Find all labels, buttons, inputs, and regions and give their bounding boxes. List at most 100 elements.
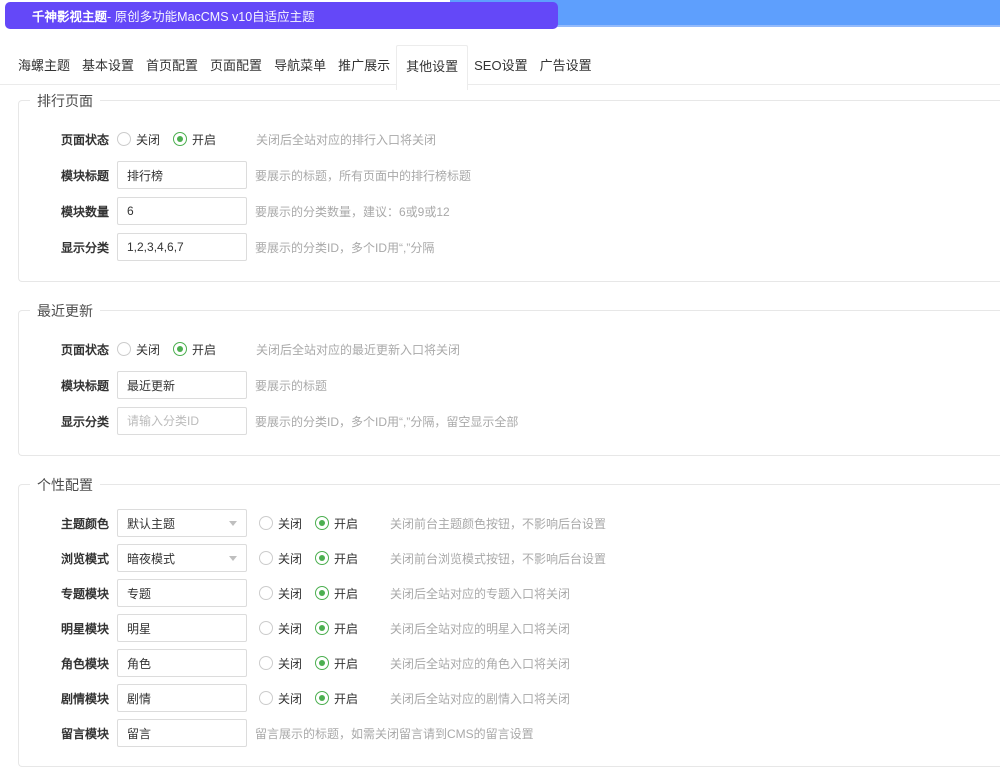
form-row-page-status: 页面状态 关闭 开启 关闭后全站对应的最近更新入口将关闭 [19,335,1000,363]
form-row-browse-mode: 浏览模式 暗夜模式 关闭 开启 关闭前台浏览模式按钮，不影响后台设置 [19,544,1000,572]
select-value: 默认主题 [127,515,175,532]
message-module-input[interactable] [117,719,247,747]
field-hint: 关闭后全站对应的剧情入口将关闭 [390,690,570,707]
radio-icon [315,551,329,565]
form-row-plot-module: 剧情模块 关闭 开启 关闭后全站对应的剧情入口将关闭 [19,684,1000,712]
radio-label: 开启 [334,620,358,637]
field-label: 角色模块 [19,655,109,672]
field-label: 模块标题 [19,167,109,184]
field-hint: 要展示的分类数量，建议：6或9或12 [255,203,450,220]
field-label: 模块数量 [19,203,109,220]
form-row-category-ids: 显示分类 要展示的分类ID，多个ID用“,”分隔，留空显示全部 [19,407,1000,435]
settings-content: 排行页面 页面状态 关闭 开启 关闭后全站对应的排行入口将关闭 模块标题 要展示… [0,90,1000,767]
radio-icon [259,621,273,635]
top-header: 千神影视主题 - 原创多功能MacCMS v10自适应主题 [0,0,1000,30]
recent-module-title-input[interactable] [117,371,247,399]
plot-module-input[interactable] [117,684,247,712]
radio-off[interactable]: 关闭 [117,341,160,358]
tab-basic-settings[interactable]: 基本设置 [76,45,140,89]
browse-mode-select[interactable]: 暗夜模式 [117,544,247,572]
radio-icon [315,516,329,530]
radio-on[interactable]: 开启 [315,655,358,672]
radio-icon [259,586,273,600]
theme-color-radio-group: 关闭 开启 [259,515,358,532]
radio-off[interactable]: 关闭 [117,131,160,148]
star-module-radio-group: 关闭 开启 [259,620,358,637]
form-row-page-status: 页面状态 关闭 开启 关闭后全站对应的排行入口将关闭 [19,125,1000,153]
theme-color-select[interactable]: 默认主题 [117,509,247,537]
field-label: 留言模块 [19,725,109,742]
radio-icon [315,621,329,635]
tab-seo-settings[interactable]: SEO设置 [468,45,533,89]
radio-off[interactable]: 关闭 [259,655,302,672]
form-row-theme-color: 主题颜色 默认主题 关闭 开启 关闭前台主题颜色按钮，不影响后台设置 [19,509,1000,537]
field-hint: 要展示的标题，所有页面中的排行榜标题 [255,167,471,184]
radio-label: 关闭 [136,131,160,148]
radio-off[interactable]: 关闭 [259,585,302,602]
radio-on[interactable]: 开启 [315,550,358,567]
form-row-module-count: 模块数量 要展示的分类数量，建议：6或9或12 [19,197,1000,225]
tab-hailuo-theme[interactable]: 海螺主题 [12,45,76,89]
radio-icon [259,691,273,705]
field-label: 明星模块 [19,620,109,637]
plot-module-radio-group: 关闭 开启 [259,690,358,707]
section-legend: 个性配置 [30,476,100,494]
field-hint: 关闭后全站对应的角色入口将关闭 [390,655,570,672]
tab-ad-settings[interactable]: 广告设置 [534,45,598,89]
radio-on[interactable]: 开启 [173,341,216,358]
browse-mode-radio-group: 关闭 开启 [259,550,358,567]
radio-off[interactable]: 关闭 [259,515,302,532]
section-recent-update: 最近更新 页面状态 关闭 开启 关闭后全站对应的最近更新入口将关闭 模块标题 要… [18,310,1000,456]
role-module-input[interactable] [117,649,247,677]
radio-off[interactable]: 关闭 [259,620,302,637]
tab-nav-menu[interactable]: 导航菜单 [268,45,332,89]
tab-page-config[interactable]: 页面配置 [204,45,268,89]
radio-label: 开启 [192,131,216,148]
topic-module-radio-group: 关闭 开启 [259,585,358,602]
radio-icon [315,656,329,670]
form-row-module-title: 模块标题 要展示的标题，所有页面中的排行榜标题 [19,161,1000,189]
topic-module-input[interactable] [117,579,247,607]
radio-label: 关闭 [136,341,160,358]
rank-category-ids-input[interactable] [117,233,247,261]
form-row-module-title: 模块标题 要展示的标题 [19,371,1000,399]
field-label: 显示分类 [19,413,109,430]
recent-category-ids-input[interactable] [117,407,247,435]
field-label: 页面状态 [19,341,109,358]
tab-promo-display[interactable]: 推广展示 [332,45,396,89]
radio-label: 关闭 [278,620,302,637]
tab-home-config[interactable]: 首页配置 [140,45,204,89]
radio-off[interactable]: 关闭 [259,690,302,707]
radio-icon [315,691,329,705]
radio-label: 开启 [334,690,358,707]
section-legend: 最近更新 [30,302,100,320]
rank-module-title-input[interactable] [117,161,247,189]
section-legend: 排行页面 [30,92,100,110]
tab-other-settings[interactable]: 其他设置 [396,45,468,90]
field-hint: 关闭前台浏览模式按钮，不影响后台设置 [390,550,606,567]
field-label: 主题颜色 [19,515,109,532]
theme-subtitle: - 原创多功能MacCMS v10自适应主题 [107,6,315,25]
radio-on[interactable]: 开启 [315,690,358,707]
section-rank-page: 排行页面 页面状态 关闭 开启 关闭后全站对应的排行入口将关闭 模块标题 要展示… [18,100,1000,282]
field-hint: 关闭后全站对应的最近更新入口将关闭 [256,341,460,358]
form-row-message-module: 留言模块 留言展示的标题，如需关闭留言请到CMS的留言设置 [19,719,1000,747]
radio-on[interactable]: 开启 [315,620,358,637]
form-row-role-module: 角色模块 关闭 开启 关闭后全站对应的角色入口将关闭 [19,649,1000,677]
radio-icon [173,132,187,146]
radio-icon [173,342,187,356]
radio-label: 关闭 [278,515,302,532]
radio-on[interactable]: 开启 [315,515,358,532]
radio-label: 开启 [334,585,358,602]
radio-off[interactable]: 关闭 [259,550,302,567]
form-row-category-ids: 显示分类 要展示的分类ID，多个ID用“,”分隔 [19,233,1000,261]
theme-name: 千神影视主题 [32,6,107,25]
radio-on[interactable]: 开启 [315,585,358,602]
radio-label: 开启 [334,515,358,532]
star-module-input[interactable] [117,614,247,642]
field-hint: 关闭后全站对应的专题入口将关闭 [390,585,570,602]
radio-on[interactable]: 开启 [173,131,216,148]
field-hint: 要展示的分类ID，多个ID用“,”分隔，留空显示全部 [255,413,518,430]
rank-module-count-input[interactable] [117,197,247,225]
page-status-radio-group: 关闭 开启 [117,341,216,358]
